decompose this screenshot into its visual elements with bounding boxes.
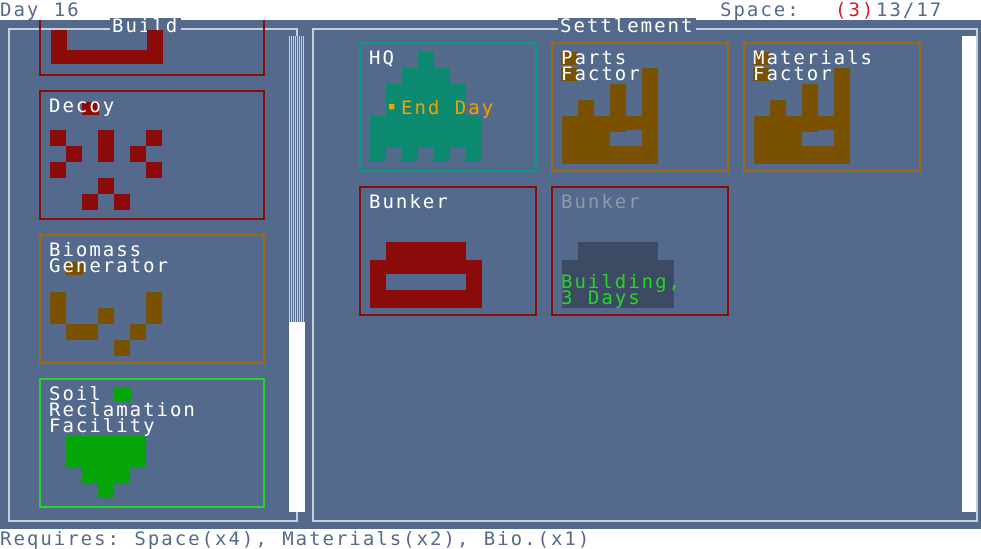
build-scrollbar-thumb[interactable] (289, 322, 305, 512)
space-label: Space: (720, 0, 801, 21)
end-day-marker: ■ (389, 102, 397, 112)
space-reserved: (3) (835, 0, 876, 21)
space-value: 13/17 (876, 0, 944, 21)
game-screen: Day 16 Space: (3) 13/17 Build Decoy Biom… (0, 0, 981, 549)
decoy-icon (50, 130, 162, 210)
building-parts-factory[interactable]: Parts Factory (551, 42, 729, 172)
building-materials-factory[interactable]: Materials Factory (743, 42, 921, 172)
requirements-text: Requires: Space(x4), Materials(x2), Bio.… (0, 528, 592, 549)
end-day-button[interactable]: End Day (401, 99, 495, 118)
biomass-generator-icon (50, 292, 162, 356)
factory-icon (562, 68, 658, 164)
construction-status: Building, 3 Days (561, 271, 682, 309)
settlement-panel-title: Settlement (558, 15, 697, 37)
building-bunker-in-progress[interactable]: Bunker Building, 3 Days (551, 186, 729, 316)
building-hq[interactable]: HQ ■ End Day (359, 42, 537, 172)
day-counter: Day 16 (0, 0, 81, 21)
soil-reclamation-facility-icon (66, 436, 146, 498)
factory-icon (754, 68, 850, 164)
requirements-bar: Requires: Space(x4), Materials(x2), Bio.… (0, 529, 981, 549)
cutoff-building-icon (51, 30, 163, 64)
building-bunker[interactable]: Bunker (359, 186, 537, 316)
build-item-soil-reclamation-facility[interactable]: Soil Reclamation Facility (39, 378, 265, 508)
build-item-cutoff[interactable] (39, 20, 265, 76)
build-item-biomass-generator[interactable]: Biomass Generator (39, 234, 265, 364)
settlement-scrollbar[interactable] (962, 36, 976, 512)
bunker-icon (370, 242, 482, 308)
build-item-decoy[interactable]: Decoy (39, 90, 265, 220)
